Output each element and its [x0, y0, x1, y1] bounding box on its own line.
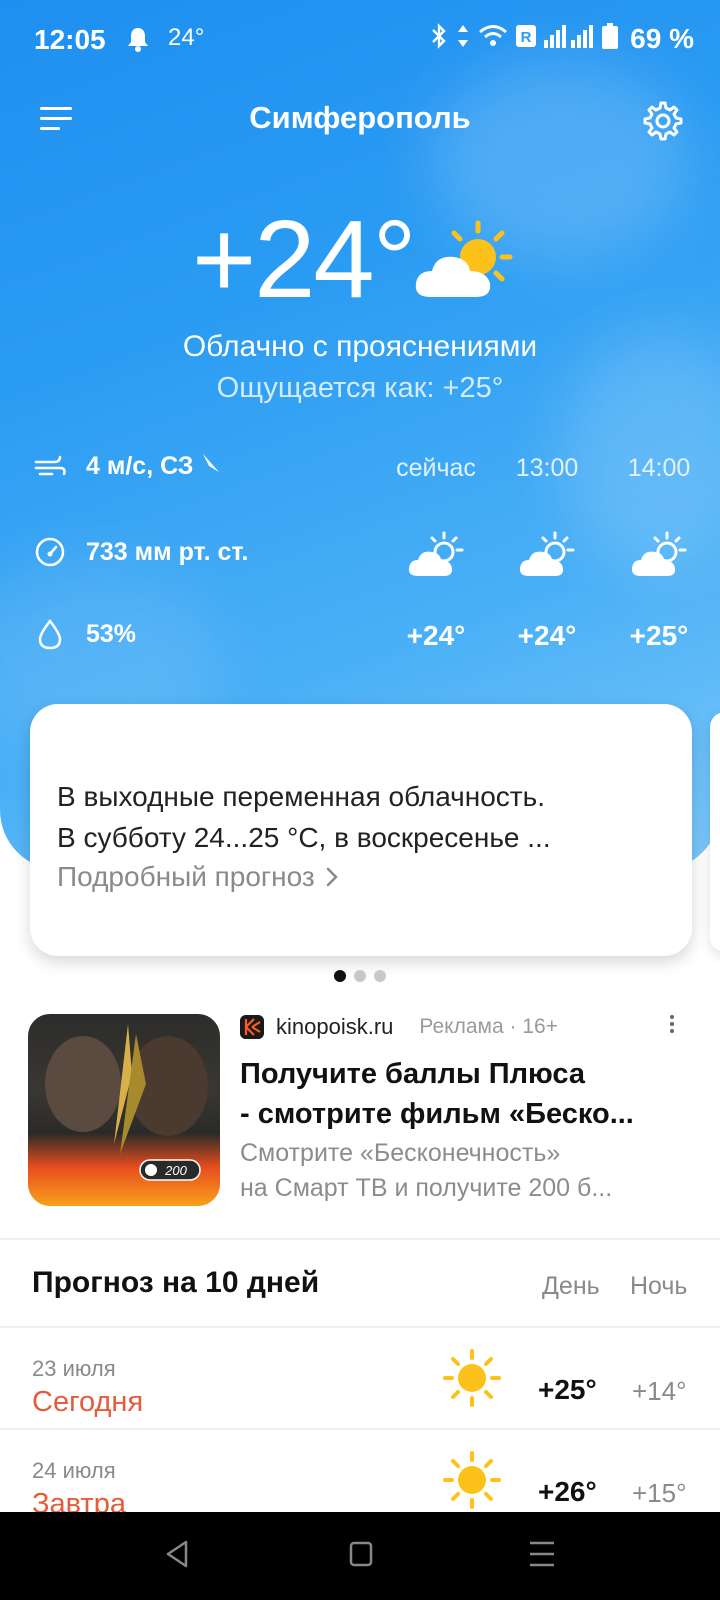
- wind-metric: 4 м/с, СЗ: [34, 452, 221, 481]
- forecast-day-temp: +25°: [538, 1374, 597, 1405]
- detailed-forecast-label: Подробный прогноз: [57, 861, 315, 892]
- hour-temp: +24°: [517, 620, 577, 651]
- summary-line-1: В выходные переменная облачность.: [57, 781, 545, 812]
- ad-title[interactable]: Получите баллы Плюса - смотрите фильм «Б…: [240, 1054, 660, 1134]
- status-time: 12:05: [34, 24, 106, 55]
- bell-icon: [126, 26, 150, 57]
- hour-temp: +24°: [406, 620, 466, 651]
- forecast-date: 24 июля: [32, 1458, 116, 1483]
- chevron-right-icon: [326, 867, 338, 887]
- droplet-icon: [38, 618, 62, 650]
- partly-cloudy-icon: [604, 530, 714, 580]
- hourly-item[interactable]: 13:00 +24°: [492, 454, 602, 652]
- ad-source[interactable]: kinopoisk.ru Реклама · 16+: [240, 1014, 558, 1040]
- ad-more-button[interactable]: [664, 1012, 680, 1042]
- status-weather-temp: 24°: [168, 24, 205, 51]
- svg-text:R: R: [521, 29, 532, 46]
- status-icons: R 69 %: [430, 22, 694, 55]
- battery-percent: 69 %: [630, 22, 694, 54]
- nav-home-button[interactable]: [348, 1538, 374, 1575]
- forecast-day-temp: +26°: [538, 1476, 597, 1507]
- nav-recents-button[interactable]: [528, 1538, 556, 1575]
- pressure-gauge-icon: [35, 537, 65, 567]
- wifi-icon: [478, 24, 508, 53]
- weather-condition: Облачно с прояснениями: [182, 330, 538, 363]
- ad-image[interactable]: 200: [28, 1014, 220, 1206]
- nav-back-button[interactable]: [164, 1538, 190, 1575]
- home-square-icon: [349, 1541, 373, 1567]
- forecast-date: 23 июля: [32, 1356, 116, 1381]
- ad-desc-line: Смотрите «Бесконечность»: [240, 1139, 561, 1167]
- partly-cloudy-icon: [410, 215, 520, 310]
- system-navigation-bar: [0, 1512, 720, 1600]
- battery-icon: [602, 23, 619, 54]
- pressure-metric: 733 мм рт. ст.: [34, 536, 248, 568]
- back-triangle-icon: [166, 1540, 188, 1568]
- detailed-forecast-link[interactable]: Подробный прогноз: [57, 858, 666, 896]
- city-title[interactable]: Симферополь: [0, 100, 720, 136]
- current-temperature: +24°: [192, 198, 417, 321]
- partly-cloudy-icon: [492, 530, 602, 580]
- data-arrows-icon: [456, 23, 470, 54]
- forecast-day-header: День: [542, 1272, 600, 1300]
- hourly-item[interactable]: 14:00 +25°: [604, 454, 714, 652]
- settings-button[interactable]: [642, 100, 684, 142]
- ad-description[interactable]: Смотрите «Бесконечность» на Смарт ТВ и п…: [240, 1136, 660, 1206]
- wind-value: 4 м/с, СЗ: [86, 452, 194, 480]
- ad-source-name: kinopoisk.ru: [276, 1014, 394, 1039]
- gear-icon: [643, 101, 683, 141]
- more-vertical-icon: [670, 1015, 674, 1033]
- ad-title-line: Получите баллы Плюса: [240, 1058, 586, 1090]
- forecast-day-name: Сегодня: [32, 1386, 144, 1418]
- forecast-night-temp: +15°: [632, 1478, 687, 1508]
- forecast-summary-card[interactable]: В выходные переменная облачность. В субб…: [30, 704, 692, 956]
- signal-icon: [544, 24, 594, 53]
- sun-icon: [442, 1450, 502, 1515]
- roaming-icon: R: [516, 25, 537, 52]
- humidity-value: 53%: [86, 619, 137, 648]
- partly-cloudy-icon: [381, 530, 491, 580]
- ad-title-line: - смотрите фильм «Беско...: [240, 1098, 634, 1130]
- ad-desc-line: на Смарт ТВ и получите 200 б...: [240, 1174, 613, 1202]
- pagination-dot[interactable]: [334, 970, 346, 982]
- recents-lines-icon: [530, 1541, 554, 1567]
- pagination-dot[interactable]: [354, 970, 366, 982]
- hour-label: 13:00: [515, 454, 579, 482]
- forecast-night-temp: +14°: [632, 1376, 687, 1406]
- status-bar: 12:05 24° R 69 %: [0, 0, 720, 80]
- humidity-metric: 53%: [34, 618, 136, 650]
- pressure-value: 733 мм рт. ст.: [86, 537, 249, 566]
- forecast-night-header: Ночь: [630, 1272, 688, 1300]
- forecast-title: Прогноз на 10 дней: [32, 1266, 320, 1299]
- divider: [0, 1238, 720, 1240]
- pagination-dot[interactable]: [374, 970, 386, 982]
- hourly-item[interactable]: сейчас +24°: [381, 454, 491, 652]
- bluetooth-icon: [430, 22, 448, 55]
- hour-label: 14:00: [627, 454, 691, 482]
- ad-image-badge: 200: [164, 1163, 187, 1178]
- hour-label: сейчас: [396, 454, 476, 482]
- wind-icon: [34, 455, 66, 475]
- summary-line-2: В субботу 24...25 °C, в воскресенье ...: [57, 822, 551, 853]
- forecast-row[interactable]: 23 июля Сегодня +25° +14°: [0, 1326, 720, 1426]
- carousel-pagination: [334, 970, 386, 982]
- sun-icon: [442, 1348, 502, 1413]
- next-card-peek[interactable]: [710, 712, 720, 952]
- wind-direction-icon: [203, 453, 220, 472]
- kinopoisk-logo-icon: [240, 1015, 264, 1039]
- feels-like: Ощущается как: +25°: [216, 372, 504, 404]
- hour-temp: +25°: [629, 620, 689, 651]
- ad-label: Реклама · 16+: [419, 1015, 558, 1038]
